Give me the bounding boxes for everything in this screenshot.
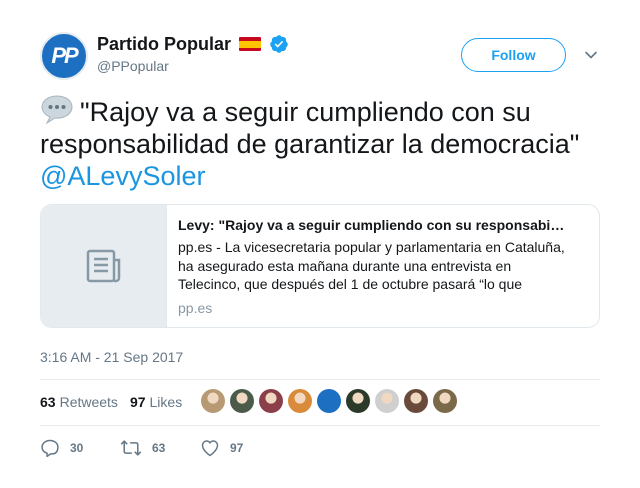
liker-avatar-5[interactable]: [317, 389, 341, 413]
card-domain: pp.es: [178, 300, 213, 316]
tweet-timestamp[interactable]: 3:16 AM - 21 Sep 2017: [40, 349, 183, 365]
card-description: pp.es - La vicesecretaria popular y parl…: [178, 239, 565, 292]
liker-avatar-9[interactable]: [433, 389, 457, 413]
chevron-down-icon[interactable]: [584, 48, 598, 62]
retweets-label: Retweets: [59, 394, 118, 410]
retweet-button[interactable]: 63: [120, 438, 200, 458]
liker-avatars: [201, 389, 457, 413]
author-handle[interactable]: @PPopular: [97, 58, 169, 74]
liker-avatar-6[interactable]: [346, 389, 370, 413]
reply-count: 30: [70, 441, 84, 455]
like-button[interactable]: 97: [200, 438, 280, 458]
follow-button[interactable]: Follow: [461, 38, 566, 72]
tweet-text: "Rajoy va a seguir cumpliendo con su res…: [40, 94, 610, 192]
mention-link[interactable]: @ALevySoler: [40, 161, 205, 191]
avatar-logo-text: PP: [51, 43, 78, 68]
speech-balloon-icon: [41, 95, 73, 124]
card-body: Levy: "Rajoy va a seguir cumpliendo con …: [167, 205, 577, 327]
author-avatar[interactable]: PP: [40, 32, 88, 80]
link-card[interactable]: Levy: "Rajoy va a seguir cumpliendo con …: [40, 204, 600, 328]
likes-label: Likes: [149, 394, 183, 410]
liker-avatar-8[interactable]: [404, 389, 428, 413]
liker-avatar-1[interactable]: [201, 389, 225, 413]
retweets-stat[interactable]: 63 Retweets: [40, 394, 118, 410]
spain-flag-icon: [239, 37, 262, 51]
document-icon: [86, 249, 120, 283]
divider-top: [40, 379, 600, 380]
author-display-name[interactable]: Partido Popular: [97, 34, 231, 55]
likes-count: 97: [129, 394, 146, 410]
tweet-actions: 30 63 97: [40, 438, 280, 458]
divider-bottom: [40, 425, 600, 426]
verified-badge-icon: [270, 35, 288, 53]
tweet-quote: "Rajoy va a seguir cumpliendo con su res…: [40, 97, 580, 159]
author-name-row: Partido Popular: [97, 33, 289, 55]
like-count: 97: [230, 441, 244, 455]
liker-avatar-3[interactable]: [259, 389, 283, 413]
liker-avatar-2[interactable]: [230, 389, 254, 413]
retweet-count: 63: [152, 441, 166, 455]
heart-icon: [201, 440, 219, 457]
liker-avatar-7[interactable]: [375, 389, 399, 413]
reply-button[interactable]: 30: [40, 438, 120, 458]
likes-stat[interactable]: 97 Likes: [130, 394, 182, 410]
liker-avatar-4[interactable]: [288, 389, 312, 413]
card-title[interactable]: Levy: "Rajoy va a seguir cumpliendo con …: [178, 216, 565, 234]
reply-icon: [41, 439, 59, 458]
engagement-stats: 63 Retweets 97 Likes: [40, 394, 194, 410]
retweet-icon: [120, 440, 142, 456]
card-thumbnail: [41, 205, 167, 327]
retweets-count: 63: [40, 394, 56, 410]
